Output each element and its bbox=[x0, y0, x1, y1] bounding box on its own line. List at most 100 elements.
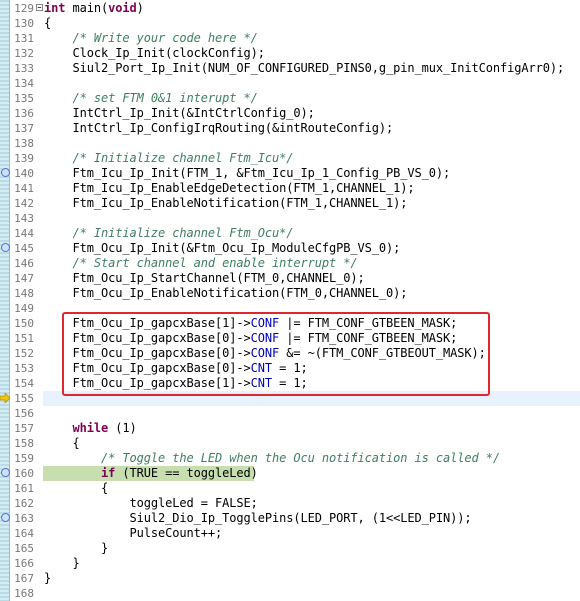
line-number: 139 bbox=[14, 152, 34, 165]
code-line[interactable]: 148 Ftm_Ocu_Ip_EnableNotification(FTM_0,… bbox=[0, 286, 580, 301]
breakpoint-marker-icon[interactable] bbox=[1, 243, 10, 252]
code-text[interactable]: Ftm_Ocu_Ip_EnableNotification(FTM_0,CHAN… bbox=[44, 286, 407, 301]
code-token: Siul2_Port_Ip_Init(NUM_OF_CONFIGURED_PIN… bbox=[44, 61, 565, 75]
line-number: 137 bbox=[14, 122, 34, 135]
code-text[interactable]: { bbox=[44, 481, 108, 496]
code-line[interactable]: 145 Ftm_Ocu_Ip_Init(&Ftm_Ocu_Ip_ModuleCf… bbox=[0, 241, 580, 256]
code-line[interactable]: 141 Ftm_Icu_Ip_EnableEdgeDetection(FTM_1… bbox=[0, 181, 580, 196]
line-number: 131 bbox=[14, 32, 34, 45]
code-line[interactable]: 142 Ftm_Icu_Ip_EnableNotification(FTM_1,… bbox=[0, 196, 580, 211]
line-number: 156 bbox=[14, 407, 34, 420]
code-text[interactable]: } bbox=[44, 556, 79, 571]
line-number: 154 bbox=[14, 377, 34, 390]
code-line[interactable]: 161 { bbox=[0, 481, 580, 496]
code-text[interactable]: IntCtrl_Ip_ConfigIrqRouting(&intRouteCon… bbox=[44, 121, 393, 136]
code-line[interactable]: 166 } bbox=[0, 556, 580, 571]
breakpoint-marker-icon[interactable] bbox=[1, 468, 10, 477]
comment-token: /* Start channel and enable interrupt */ bbox=[72, 256, 358, 270]
code-line[interactable]: 139 /* Initialize channel Ftm_Icu*/ bbox=[0, 151, 580, 166]
code-token: IntCtrl_Ip_ConfigIrqRouting(&intRouteCon… bbox=[44, 121, 394, 135]
code-line[interactable]: 134 bbox=[0, 76, 580, 91]
line-number: 159 bbox=[14, 452, 34, 465]
code-line[interactable]: 163 Siul2_Dio_Ip_TogglePins(LED_PORT, (1… bbox=[0, 511, 580, 526]
code-text[interactable]: Ftm_Ocu_Ip_StartChannel(FTM_0,CHANNEL_0)… bbox=[44, 271, 364, 286]
code-line[interactable]: 143 bbox=[0, 211, 580, 226]
comment-token: /* Initialize channel Ftm_Ocu*/ bbox=[72, 226, 294, 240]
code-text[interactable]: Ftm_Icu_Ip_EnableNotification(FTM_1,CHAN… bbox=[44, 196, 407, 211]
code-text[interactable]: /* Start channel and enable interrupt */ bbox=[44, 256, 358, 271]
code-text[interactable]: /* Initialize channel Ftm_Ocu*/ bbox=[44, 226, 294, 241]
code-line[interactable]: 137 IntCtrl_Ip_ConfigIrqRouting(&intRout… bbox=[0, 121, 580, 136]
code-line[interactable]: 144 /* Initialize channel Ftm_Ocu*/ bbox=[0, 226, 580, 241]
code-line[interactable]: 147 Ftm_Ocu_Ip_StartChannel(FTM_0,CHANNE… bbox=[0, 271, 580, 286]
code-line[interactable]: 159 /* Toggle the LED when the Ocu notif… bbox=[0, 451, 580, 466]
code-text[interactable]: /* set FTM 0&1 interupt */ bbox=[44, 91, 258, 106]
code-token: IntCtrl_Ip_Init(&IntCtrlConfig_0); bbox=[44, 106, 315, 120]
code-line[interactable]: 130 { bbox=[0, 16, 580, 31]
line-number: 155 bbox=[14, 392, 34, 405]
code-text[interactable]: /* Initialize channel Ftm_Icu*/ bbox=[44, 151, 294, 166]
code-text[interactable]: while (1) bbox=[44, 421, 137, 436]
code-line[interactable]: 156 bbox=[0, 406, 580, 421]
code-token: Ftm_Icu_Ip_EnableEdgeDetection(FTM_1,CHA… bbox=[44, 181, 415, 195]
code-line[interactable]: 167} bbox=[0, 571, 580, 586]
code-text[interactable]: } bbox=[44, 541, 108, 556]
code-token: toggleLed = FALSE; bbox=[44, 496, 258, 510]
code-text[interactable]: Ftm_Ocu_Ip_Init(&Ftm_Ocu_Ip_ModuleCfgPB_… bbox=[44, 241, 400, 256]
code-line[interactable]: 135 /* set FTM 0&1 interupt */ bbox=[0, 91, 580, 106]
code-line[interactable]: 158 { bbox=[0, 436, 580, 451]
line-number: 157 bbox=[14, 422, 34, 435]
code-text[interactable]: Ftm_Icu_Ip_Init(FTM_1, &Ftm_Icu_Ip_1_Con… bbox=[44, 166, 450, 181]
code-line[interactable]: 160 if (TRUE == toggleLed) bbox=[0, 466, 580, 481]
code-text[interactable]: Siul2_Port_Ip_Init(NUM_OF_CONFIGURED_PIN… bbox=[44, 61, 564, 76]
code-text[interactable]: IntCtrl_Ip_Init(&IntCtrlConfig_0); bbox=[44, 106, 315, 121]
fold-toggle-icon[interactable] bbox=[36, 4, 43, 11]
code-text[interactable]: if (TRUE == toggleLed) bbox=[44, 466, 258, 481]
keyword-token: while bbox=[72, 421, 109, 435]
code-line[interactable]: 132 Clock_Ip_Init(clockConfig); bbox=[0, 46, 580, 61]
line-number: 140 bbox=[14, 167, 34, 180]
code-token: PulseCount++; bbox=[44, 526, 223, 540]
code-line[interactable]: 138 bbox=[0, 136, 580, 151]
code-editor[interactable]: 129 int main(void) 130 {131 /* Write your c… bbox=[0, 0, 580, 601]
code-line[interactable]: 168 bbox=[0, 586, 580, 601]
breakpoint-marker-icon[interactable] bbox=[1, 168, 10, 177]
code-text[interactable]: Clock_Ip_Init(clockConfig); bbox=[44, 46, 264, 61]
line-number: 132 bbox=[14, 47, 34, 60]
code-line[interactable]: 129 int main(void) bbox=[0, 1, 580, 16]
line-number: 152 bbox=[14, 347, 34, 360]
code-text[interactable]: /* Write your code here */ bbox=[44, 31, 258, 46]
code-line[interactable]: 164 PulseCount++; bbox=[0, 526, 580, 541]
code-text[interactable]: } bbox=[44, 571, 51, 586]
code-line[interactable]: 157 while (1) bbox=[0, 421, 580, 436]
code-token: { bbox=[44, 481, 109, 495]
code-token: (TRUE == toggleLed) bbox=[115, 466, 258, 480]
code-line[interactable]: 136 IntCtrl_Ip_Init(&IntCtrlConfig_0); bbox=[0, 106, 580, 121]
code-token: } bbox=[44, 571, 52, 585]
code-line[interactable]: 165 } bbox=[0, 541, 580, 556]
code-line[interactable]: 131 /* Write your code here */ bbox=[0, 31, 580, 46]
breakpoint-marker-icon[interactable] bbox=[1, 513, 10, 522]
code-line[interactable]: 162 toggleLed = FALSE; bbox=[0, 496, 580, 511]
code-line[interactable]: 140 Ftm_Icu_Ip_Init(FTM_1, &Ftm_Icu_Ip_1… bbox=[0, 166, 580, 181]
code-text[interactable]: PulseCount++; bbox=[44, 526, 222, 541]
line-number: 145 bbox=[14, 242, 34, 255]
code-text[interactable]: Ftm_Icu_Ip_EnableEdgeDetection(FTM_1,CHA… bbox=[44, 181, 414, 196]
code-text[interactable]: { bbox=[44, 436, 79, 451]
line-number: 158 bbox=[14, 437, 34, 450]
code-text[interactable]: { bbox=[44, 16, 51, 31]
code-text[interactable]: int main(void) bbox=[44, 1, 144, 16]
comment-token: /* set FTM 0&1 interupt */ bbox=[72, 91, 258, 105]
line-number: 164 bbox=[14, 527, 34, 540]
code-text[interactable]: /* Toggle the LED when the Ocu notificat… bbox=[44, 451, 500, 466]
line-number: 167 bbox=[14, 572, 34, 585]
line-number: 163 bbox=[14, 512, 34, 525]
comment-token: /* Toggle the LED when the Ocu notificat… bbox=[101, 451, 500, 465]
code-line[interactable]: 146 /* Start channel and enable interrup… bbox=[0, 256, 580, 271]
code-line[interactable]: 133 Siul2_Port_Ip_Init(NUM_OF_CONFIGURED… bbox=[0, 61, 580, 76]
code-text[interactable]: Siul2_Dio_Ip_TogglePins(LED_PORT, (1<<LE… bbox=[44, 511, 471, 526]
line-number: 133 bbox=[14, 62, 34, 75]
code-text[interactable]: toggleLed = FALSE; bbox=[44, 496, 258, 511]
